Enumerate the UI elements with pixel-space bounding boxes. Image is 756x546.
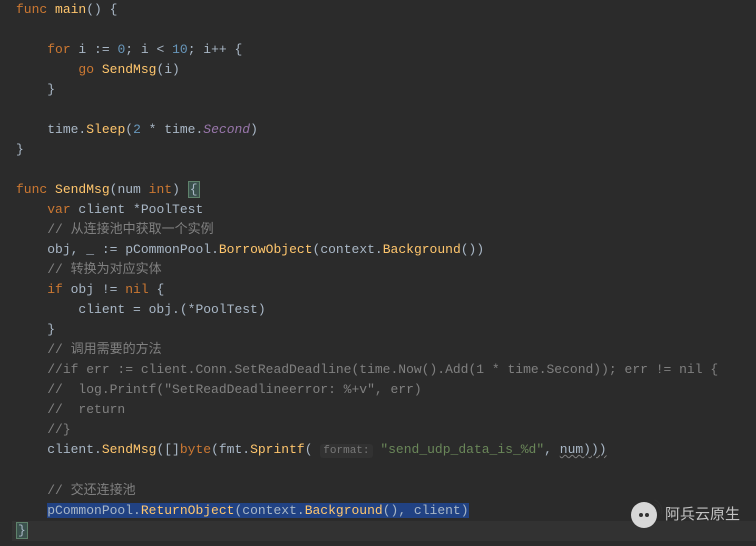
code-text: } — [47, 322, 55, 337]
code-text: client. — [47, 442, 102, 457]
code-line: for i := 0; i < 10; i++ { — [12, 40, 756, 60]
code-text: := — [94, 42, 110, 57]
code-text: := — [102, 242, 118, 257]
comment: //} — [47, 422, 70, 437]
code-editor[interactable]: func main() { for i := 0; i < 10; i++ { … — [0, 0, 756, 541]
comment: // 从连接池中获取一个实例 — [47, 222, 213, 237]
func-name: Sleep — [86, 122, 125, 137]
keyword: func — [16, 182, 47, 197]
code-text: i — [71, 42, 94, 57]
comment: // 调用需要的方法 — [47, 342, 161, 357]
code-line: } — [12, 140, 756, 160]
code-line: if obj != nil { — [12, 280, 756, 300]
comment: //if err := client.Conn.SetReadDeadline(… — [47, 362, 718, 377]
code-line: //} — [12, 420, 756, 440]
string: "send_udp_data_is_%d" — [380, 442, 544, 457]
code-text: pCommonPool. — [47, 503, 141, 518]
code-text: { — [149, 282, 165, 297]
code-text: ( — [125, 122, 133, 137]
code-line: //if err := client.Conn.SetReadDeadline(… — [12, 360, 756, 380]
keyword: nil — [125, 282, 148, 297]
func-name: SendMsg — [102, 442, 157, 457]
comment: // return — [47, 402, 125, 417]
func-name: Background — [305, 503, 383, 518]
code-line: go SendMsg(i) — [12, 60, 756, 80]
keyword: int — [149, 182, 172, 197]
func-name: SendMsg — [55, 182, 110, 197]
code-text: () { — [86, 2, 117, 17]
func-name: ReturnObject — [141, 503, 235, 518]
code-line — [12, 461, 756, 481]
code-line: } — [12, 80, 756, 100]
code-line: client.SendMsg([]byte(fmt.Sprintf( forma… — [12, 440, 756, 461]
func-name: main — [55, 2, 86, 17]
keyword: for — [47, 42, 70, 57]
code-text: (i) — [156, 62, 179, 77]
code-line: time.Sleep(2 * time.Second) — [12, 120, 756, 140]
constant: Second — [203, 122, 250, 137]
func-name: SendMsg — [102, 62, 157, 77]
code-text: ()) — [461, 242, 484, 257]
code-text: * time. — [141, 122, 203, 137]
comment: // 转换为对应实体 — [47, 262, 161, 277]
comment: // 交还连接池 — [47, 483, 135, 498]
code-line — [12, 160, 756, 180]
watermark-text: 阿兵云原生 — [665, 505, 740, 525]
code-line: // return — [12, 400, 756, 420]
func-name: Sprintf — [250, 442, 305, 457]
code-line: // 调用需要的方法 — [12, 340, 756, 360]
code-line: // 从连接池中获取一个实例 — [12, 220, 756, 240]
code-text: ; i < — [125, 42, 172, 57]
code-line: func main() { — [12, 0, 756, 20]
keyword: if — [47, 282, 63, 297]
keyword: func — [16, 2, 47, 17]
code-text: ) — [172, 182, 188, 197]
code-text — [94, 62, 102, 77]
code-text: pCommonPool. — [117, 242, 218, 257]
code-text: time. — [47, 122, 86, 137]
code-text — [47, 182, 55, 197]
code-line: } — [12, 320, 756, 340]
code-text: context. — [320, 242, 382, 257]
code-line: // log.Printf("SetReadDeadlineerror: %+v… — [12, 380, 756, 400]
code-line: // 交还连接池 — [12, 481, 756, 501]
number: 10 — [172, 42, 188, 57]
code-text: context. — [242, 503, 304, 518]
keyword: var — [47, 202, 70, 217]
watermark: 阿兵云原生 — [631, 502, 740, 528]
code-text: ([] — [156, 442, 179, 457]
code-text: (), client) — [383, 503, 469, 518]
code-text: client = obj.(*PoolTest) — [78, 302, 265, 317]
code-text: obj != — [63, 282, 125, 297]
code-line: // 转换为对应实体 — [12, 260, 756, 280]
code-text: num — [117, 182, 148, 197]
keyword: go — [78, 62, 94, 77]
brace-highlight: { — [188, 181, 200, 198]
number: 2 — [133, 122, 141, 137]
code-text: ( — [305, 442, 321, 457]
code-line — [12, 100, 756, 120]
code-text: ; i++ { — [188, 42, 243, 57]
code-text: obj — [47, 242, 70, 257]
code-text: num))) — [560, 442, 607, 457]
wechat-logo-icon — [631, 502, 657, 528]
code-line: func SendMsg(num int) { — [12, 180, 756, 200]
comment: // log.Printf("SetReadDeadlineerror: %+v… — [47, 382, 421, 397]
code-line: obj, _ := pCommonPool.BorrowObject(conte… — [12, 240, 756, 260]
code-line: var client *PoolTest — [12, 200, 756, 220]
code-text: } — [16, 142, 24, 157]
code-text: (fmt. — [211, 442, 250, 457]
code-text: _ — [78, 242, 101, 257]
func-name: BorrowObject — [219, 242, 313, 257]
code-line — [12, 20, 756, 40]
func-name: Background — [383, 242, 461, 257]
code-text: } — [47, 82, 55, 97]
keyword: byte — [180, 442, 211, 457]
code-line: client = obj.(*PoolTest) — [12, 300, 756, 320]
code-text: , — [544, 442, 560, 457]
brace-highlight: } — [16, 522, 28, 539]
code-text: client *PoolTest — [71, 202, 204, 217]
code-text: ) — [250, 122, 258, 137]
param-hint: format: — [320, 444, 372, 458]
